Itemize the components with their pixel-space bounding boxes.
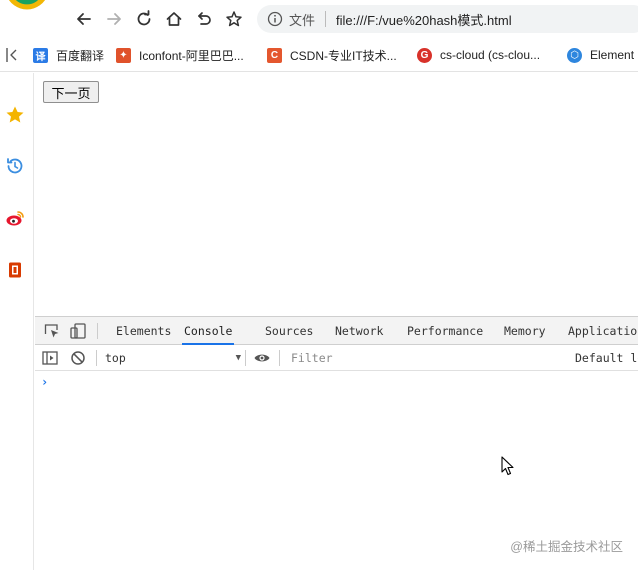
bookmarks-bar: 译 百度翻译 ✦ Iconfont-阿里巴巴... C CSDN-专业IT技术.… <box>0 38 638 72</box>
undo-button[interactable] <box>193 8 215 30</box>
bookmark-element[interactable]: ⬡ Element <box>567 46 634 64</box>
page-viewport: 下一页 <box>35 73 638 316</box>
devtools-panel: Elements Console Sources Network Perform… <box>35 316 638 570</box>
browser-toolbar: 文件 file:///F:/vue%20hash模式.html <box>0 0 638 38</box>
home-icon <box>166 12 182 26</box>
next-page-button[interactable]: 下一页 <box>43 81 99 103</box>
context-value: top <box>105 351 126 365</box>
undo-icon <box>198 12 211 25</box>
inspect-element-icon[interactable] <box>43 322 61 340</box>
tab-application[interactable]: Applicatio <box>566 317 638 345</box>
mouse-cursor-icon <box>501 456 514 476</box>
bookmark-star-button[interactable] <box>223 8 245 30</box>
iconfont-icon: ✦ <box>116 47 131 63</box>
arrow-left-icon <box>77 13 91 25</box>
reload-icon <box>137 10 151 26</box>
tab-console[interactable]: Console <box>182 317 235 345</box>
browser-sidebar <box>0 73 34 570</box>
home-button[interactable] <box>163 8 185 30</box>
forward-button[interactable] <box>103 8 125 30</box>
tab-sources[interactable]: Sources <box>263 317 315 345</box>
dropdown-arrow-icon: ▼ <box>235 353 241 363</box>
bookmark-csdn[interactable]: C CSDN-专业IT技术... <box>267 46 397 64</box>
bookmark-label: 百度翻译 <box>56 48 105 63</box>
tab-network[interactable]: Network <box>333 317 385 345</box>
show-sidebar-icon[interactable] <box>41 349 59 367</box>
console-filter-input[interactable] <box>287 349 565 367</box>
element-icon: ⬡ <box>567 47 582 63</box>
reload-button[interactable] <box>133 8 155 30</box>
translate-icon: 译 <box>33 47 48 63</box>
devtools-tabbar: Elements Console Sources Network Perform… <box>35 317 638 345</box>
eye-icon[interactable] <box>253 349 271 367</box>
cs-cloud-icon: G <box>417 47 432 63</box>
info-icon[interactable] <box>267 11 283 27</box>
star-outline-icon <box>226 11 242 27</box>
bookmark-iconfont[interactable]: ✦ Iconfont-阿里巴巴... <box>116 46 244 64</box>
watermark: @稀土掘金技术社区 <box>510 540 623 554</box>
tab-memory[interactable]: Memory <box>502 317 548 345</box>
address-bar[interactable]: 文件 file:///F:/vue%20hash模式.html <box>257 5 638 33</box>
device-toolbar-icon[interactable] <box>69 322 87 340</box>
log-levels-select[interactable]: Default le <box>575 348 638 368</box>
tab-performance[interactable]: Performance <box>405 317 485 345</box>
bookmark-cs-cloud[interactable]: G cs-cloud (cs-clou... <box>417 46 540 64</box>
back-button[interactable] <box>73 8 95 30</box>
bookmark-label: CSDN-专业IT技术... <box>290 48 397 63</box>
bookmark-label: cs-cloud (cs-clou... <box>440 48 541 62</box>
sidebar-toggle-icon[interactable] <box>4 46 22 64</box>
context-select[interactable]: top ▼ <box>105 348 241 368</box>
url-text[interactable]: file:///F:/vue%20hash模式.html <box>336 10 512 29</box>
console-toolbar: top ▼ Default le <box>35 345 638 371</box>
tab-divider <box>97 323 98 339</box>
toolbar-divider <box>96 350 97 366</box>
favorites-star-icon[interactable] <box>5 105 25 125</box>
bookmark-baidu-translate[interactable]: 译 百度翻译 <box>33 46 104 64</box>
arrow-right-icon <box>107 13 121 25</box>
history-icon[interactable] <box>5 156 25 176</box>
clear-console-icon[interactable] <box>69 349 87 367</box>
office-icon[interactable] <box>5 260 25 280</box>
address-divider <box>325 11 327 27</box>
weibo-icon[interactable] <box>5 208 25 228</box>
bookmark-label: Iconfont-阿里巴巴... <box>139 48 244 63</box>
toolbar-divider <box>245 350 246 366</box>
tab-elements[interactable]: Elements <box>114 317 173 345</box>
toolbar-divider <box>279 350 280 366</box>
scheme-label: 文件 <box>289 12 316 28</box>
bookmark-label: Element <box>590 48 635 62</box>
csdn-icon: C <box>267 47 282 63</box>
console-prompt[interactable]: › <box>41 375 48 389</box>
browser-logo-icon <box>8 0 46 10</box>
